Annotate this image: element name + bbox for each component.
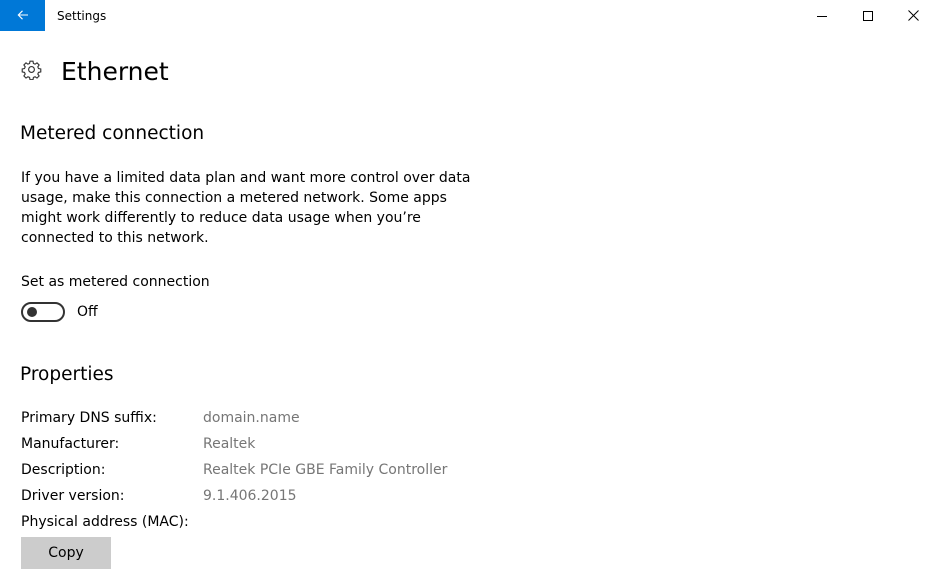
close-button[interactable] [890, 0, 926, 31]
property-key: Manufacturer: [21, 436, 120, 452]
metered-connection-heading: Metered connection [20, 123, 205, 144]
arrow-left-icon [17, 6, 29, 25]
copy-button[interactable]: Copy [21, 537, 111, 569]
minimize-button[interactable] [799, 0, 845, 31]
property-key: Description: [21, 462, 106, 478]
toggle-knob [27, 307, 37, 317]
metered-toggle-state: Off [77, 304, 98, 320]
maximize-button[interactable] [845, 0, 891, 31]
title-bar: Settings [0, 0, 926, 32]
property-value: 9.1.406.2015 [203, 488, 297, 504]
app-title: Settings [57, 9, 107, 23]
page-header [20, 58, 42, 80]
properties-heading: Properties [20, 364, 114, 385]
property-key: Primary DNS suffix: [21, 410, 157, 426]
property-row-manufacturer: Manufacturer: Realtek [21, 434, 621, 460]
close-icon [907, 6, 919, 25]
property-row-driver-version: Driver version: 9.1.406.2015 [21, 486, 621, 512]
metered-description: If you have a limited data plan and want… [21, 170, 471, 246]
property-row-mac-address: Physical address (MAC): [21, 512, 621, 538]
maximize-icon [863, 6, 873, 25]
metered-toggle-label: Set as metered connection [21, 274, 210, 290]
gear-icon [20, 58, 42, 80]
metered-toggle-switch[interactable] [21, 302, 65, 322]
property-key: Driver version: [21, 488, 125, 504]
settings-window: Settings Ethernet Metered connection If … [0, 0, 926, 578]
property-value: Realtek [203, 436, 256, 452]
property-row-description: Description: Realtek PCIe GBE Family Con… [21, 460, 621, 486]
properties-list: Primary DNS suffix: domain.name Manufact… [21, 408, 621, 538]
property-value: domain.name [203, 410, 300, 426]
property-value: Realtek PCIe GBE Family Controller [203, 462, 448, 478]
page-title: Ethernet [61, 57, 169, 86]
minimize-icon [817, 6, 827, 25]
back-button[interactable] [0, 0, 45, 31]
property-key: Physical address (MAC): [21, 514, 189, 530]
property-row-dns-suffix: Primary DNS suffix: domain.name [21, 408, 621, 434]
